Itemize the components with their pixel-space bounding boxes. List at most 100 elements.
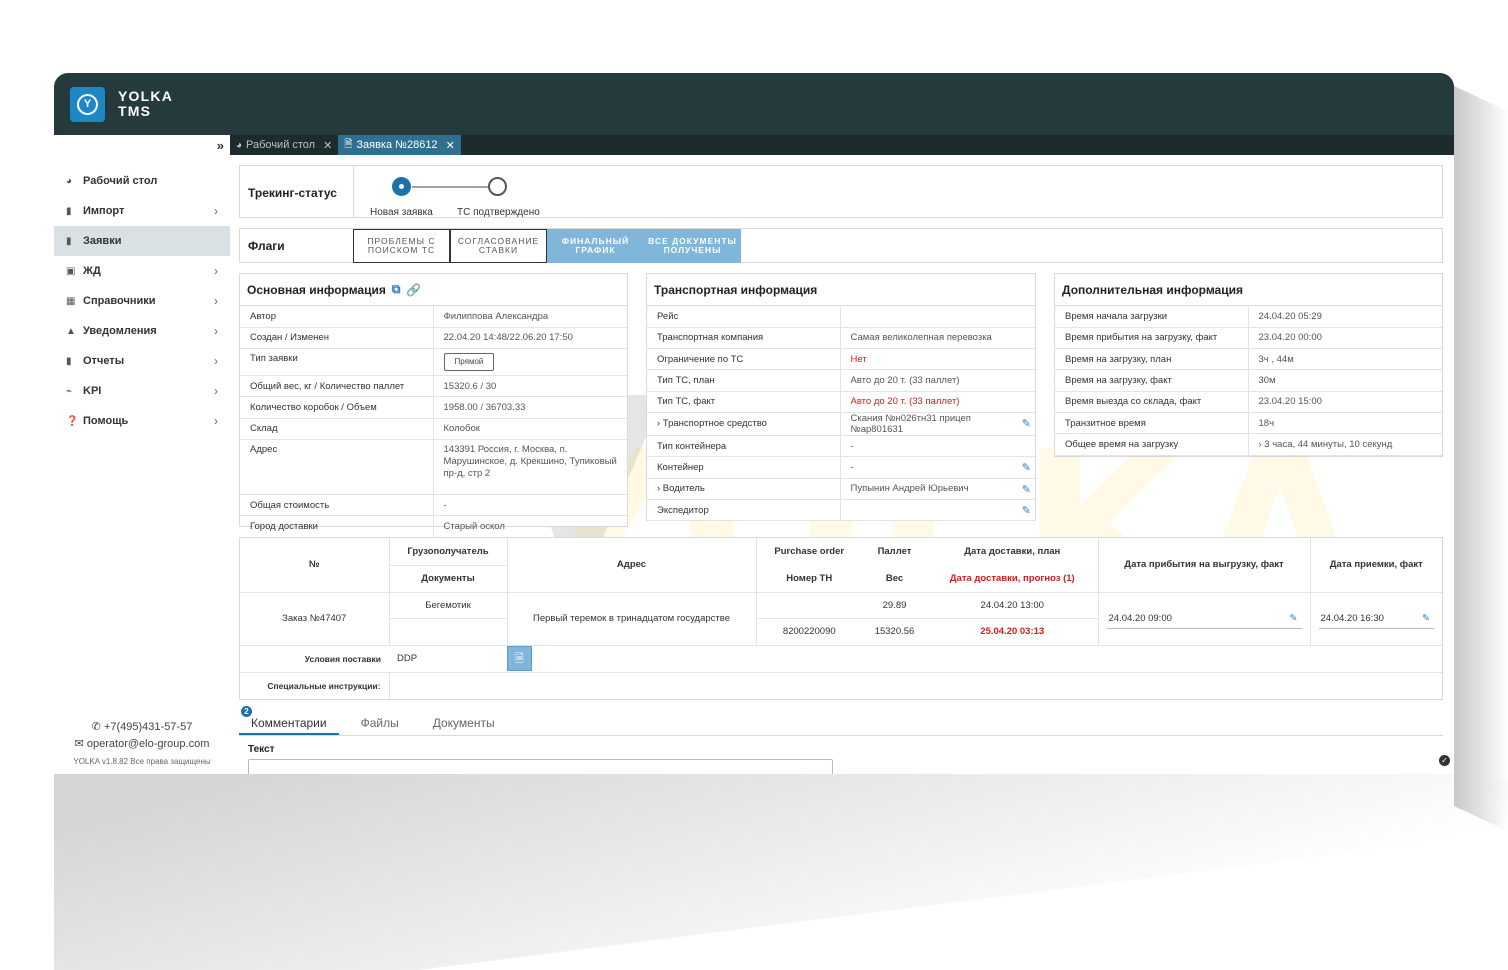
info-value — [840, 306, 1035, 328]
info-key: Автор — [240, 306, 434, 328]
tab-request[interactable]: 🗎 Заявка №28612 ✕ — [338, 135, 461, 155]
pencil-icon[interactable]: ✎ — [1422, 613, 1430, 624]
info-row: Контейнер - ✎ — [647, 456, 1035, 479]
sidebar-item-label: KPI — [83, 385, 102, 397]
tab-files[interactable]: Файлы — [349, 710, 411, 735]
col-purchase-order-header: Purchase order — [774, 546, 845, 557]
info-row: Время начала загрузки 24.04.20 05:29 — [1055, 306, 1442, 328]
info-key: Тип ТС, факт — [647, 391, 841, 413]
document-button[interactable]: 🗎 — [507, 646, 532, 671]
info-key: Время начала загрузки — [1055, 306, 1249, 328]
sidebar-item-notifications[interactable]: ▲ Уведомления › — [54, 316, 230, 346]
info-key: Количество коробок / Объем — [240, 396, 434, 419]
info-value: 18ч — [1248, 412, 1442, 435]
close-icon[interactable]: ✕ — [446, 139, 455, 152]
email-text[interactable]: operator@elo-group.com — [87, 738, 209, 750]
decorative-shadow — [54, 774, 1508, 970]
info-value: 23.04.20 15:00 — [1248, 391, 1442, 413]
dashboard-icon: ◕ — [236, 139, 243, 151]
info-row: Автор Филиппова Александра — [240, 306, 627, 328]
transport-info-title: Транспортная информация — [654, 282, 818, 297]
sidebar-footer: ✆ +7(495)431-57-57 ✉ operator@elo-group.… — [54, 719, 230, 770]
sidebar-item-kpi[interactable]: ⌁ KPI › — [54, 376, 230, 406]
sidebar-item-requests[interactable]: ▮ Заявки — [54, 226, 230, 256]
check-circle-icon[interactable]: ✓ — [1439, 755, 1450, 766]
brand-line1: YOLKA — [118, 88, 173, 104]
tab-label: Заявка №28612 — [356, 139, 438, 151]
acceptance-date-field[interactable]: 24.04.20 16:30 ✎ — [1318, 609, 1434, 629]
file-icon: ▮ — [66, 355, 72, 367]
sidebar-item-import[interactable]: ▮ Импорт › — [54, 196, 230, 226]
sidebar-item-reports[interactable]: ▮ Отчеты › — [54, 346, 230, 376]
request-type-button[interactable]: Прямой — [443, 353, 495, 372]
chart-icon: ⌁ — [66, 385, 73, 397]
basic-info-header: Основная информация ⧉ 🔗 — [240, 274, 627, 306]
col-num-header: № — [240, 538, 390, 592]
bell-icon: ▲ — [66, 325, 76, 337]
close-icon[interactable]: ✕ — [323, 139, 332, 152]
sidebar-item-railway[interactable]: ▣ ЖД › — [54, 256, 230, 286]
col-acceptance-header: Дата приемки, факт — [1329, 559, 1423, 571]
tab-bar: » ◕ Рабочий стол ✕ 🗎 Заявка №28612 ✕ — [54, 135, 1454, 155]
collapse-sidebar-button[interactable]: » — [54, 135, 230, 155]
orders-panel: № Грузополучатель Адрес Purchase order П… — [239, 537, 1443, 700]
info-row: Время на загрузку, план 3ч , 44м — [1055, 348, 1442, 371]
sidebar-item-dashboard[interactable]: ◕ Рабочий стол — [54, 166, 230, 196]
step-new-request[interactable] — [392, 177, 411, 196]
info-key: Создан / Изменен — [240, 327, 434, 350]
book-icon: ▦ — [66, 295, 76, 307]
sidebar-item-label: Импорт — [83, 205, 125, 217]
info-value: - — [840, 435, 1035, 458]
sidebar-item-help[interactable]: ❓ Помощь › — [54, 406, 230, 436]
pencil-icon[interactable]: ✎ — [1022, 461, 1031, 474]
info-value: 143391 Россия, г. Москва, п. Марушинское… — [433, 439, 627, 495]
flag-rate-approval[interactable]: СОГЛАСОВАНИЕ СТАВКИ — [450, 229, 547, 263]
sidebar-item-references[interactable]: ▦ Справочники › — [54, 286, 230, 316]
top-bar: Y YOLKA TMS — [54, 73, 1454, 135]
flag-vehicle-search-problems[interactable]: ПРОБЛЕМЫ С ПОИСКОМ ТС — [353, 229, 450, 263]
info-row: Транзитное время 18ч — [1055, 412, 1442, 435]
file-icon: ▮ — [66, 205, 72, 217]
pencil-icon[interactable]: ✎ — [1022, 417, 1031, 430]
comment-textarea[interactable] — [248, 759, 833, 774]
info-row: Тип заявки Прямой — [240, 348, 627, 377]
pencil-icon[interactable]: ✎ — [1022, 504, 1031, 517]
flag-all-documents[interactable]: ВСЕ ДОКУМЕНТЫ ПОЛУЧЕНЫ — [644, 229, 741, 263]
help-icon: ❓ — [66, 415, 79, 427]
copy-icon[interactable]: ⧉ — [392, 282, 401, 297]
tab-label: Документы — [432, 716, 495, 730]
pencil-icon[interactable]: ✎ — [1022, 483, 1031, 496]
chevron-right-icon: › — [214, 324, 218, 338]
info-row: Количество коробок / Объем 1958.00 / 3670… — [240, 396, 627, 419]
pencil-icon[interactable]: ✎ — [1290, 613, 1298, 624]
phone-icon: ✆ — [91, 721, 101, 733]
logo[interactable]: Y — [70, 86, 105, 122]
info-value: Авто до 20 т. (33 паллет) — [840, 369, 1035, 392]
flag-final-schedule[interactable]: ФИНАЛЬНЫЙ ГРАФИК — [547, 229, 644, 263]
info-value: › 3 часа, 44 минуты, 10 секунд — [1248, 433, 1442, 456]
info-key: Общая стоимость — [240, 494, 434, 517]
info-key: › Водитель — [647, 478, 841, 500]
info-row: Время прибытия на загрузку, факт 23.04.20… — [1055, 327, 1442, 350]
col-consignee-header: Грузополучатель — [389, 538, 508, 566]
order-purchase-order — [756, 592, 862, 619]
tab-comments[interactable]: 2 Комментарии — [239, 706, 339, 735]
sidebar-item-label: Отчеты — [83, 355, 125, 367]
tab-dashboard[interactable]: ◕ Рабочий стол ✕ — [230, 135, 338, 155]
step-vehicle-confirmed[interactable] — [488, 177, 507, 196]
order-number[interactable]: Заказ №47407 — [240, 592, 390, 646]
sidebar-item-label: Уведомления — [83, 325, 157, 337]
info-value: 22.04.20 14:48/22.06.20 17:50 — [433, 327, 627, 350]
step-connector — [412, 186, 488, 188]
extra-info-title: Дополнительная информация — [1062, 282, 1243, 297]
tab-documents[interactable]: Документы — [421, 710, 507, 735]
transport-info-panel: Транспортная информация Рейс Транспортная… — [646, 273, 1036, 522]
info-value: ✎ — [840, 499, 1035, 522]
phone-text[interactable]: +7(495)431-57-57 — [104, 721, 192, 733]
info-row: Транспортная компания Самая великолепная … — [647, 327, 1035, 350]
link-icon[interactable]: 🔗 — [406, 283, 421, 297]
order-pallets: 29.89 — [862, 592, 927, 619]
arrival-date-field[interactable]: 24.04.20 09:00 ✎ — [1106, 609, 1302, 629]
step-label: Новая заявка — [370, 207, 433, 218]
info-value: 24.04.20 05:29 — [1248, 306, 1442, 328]
